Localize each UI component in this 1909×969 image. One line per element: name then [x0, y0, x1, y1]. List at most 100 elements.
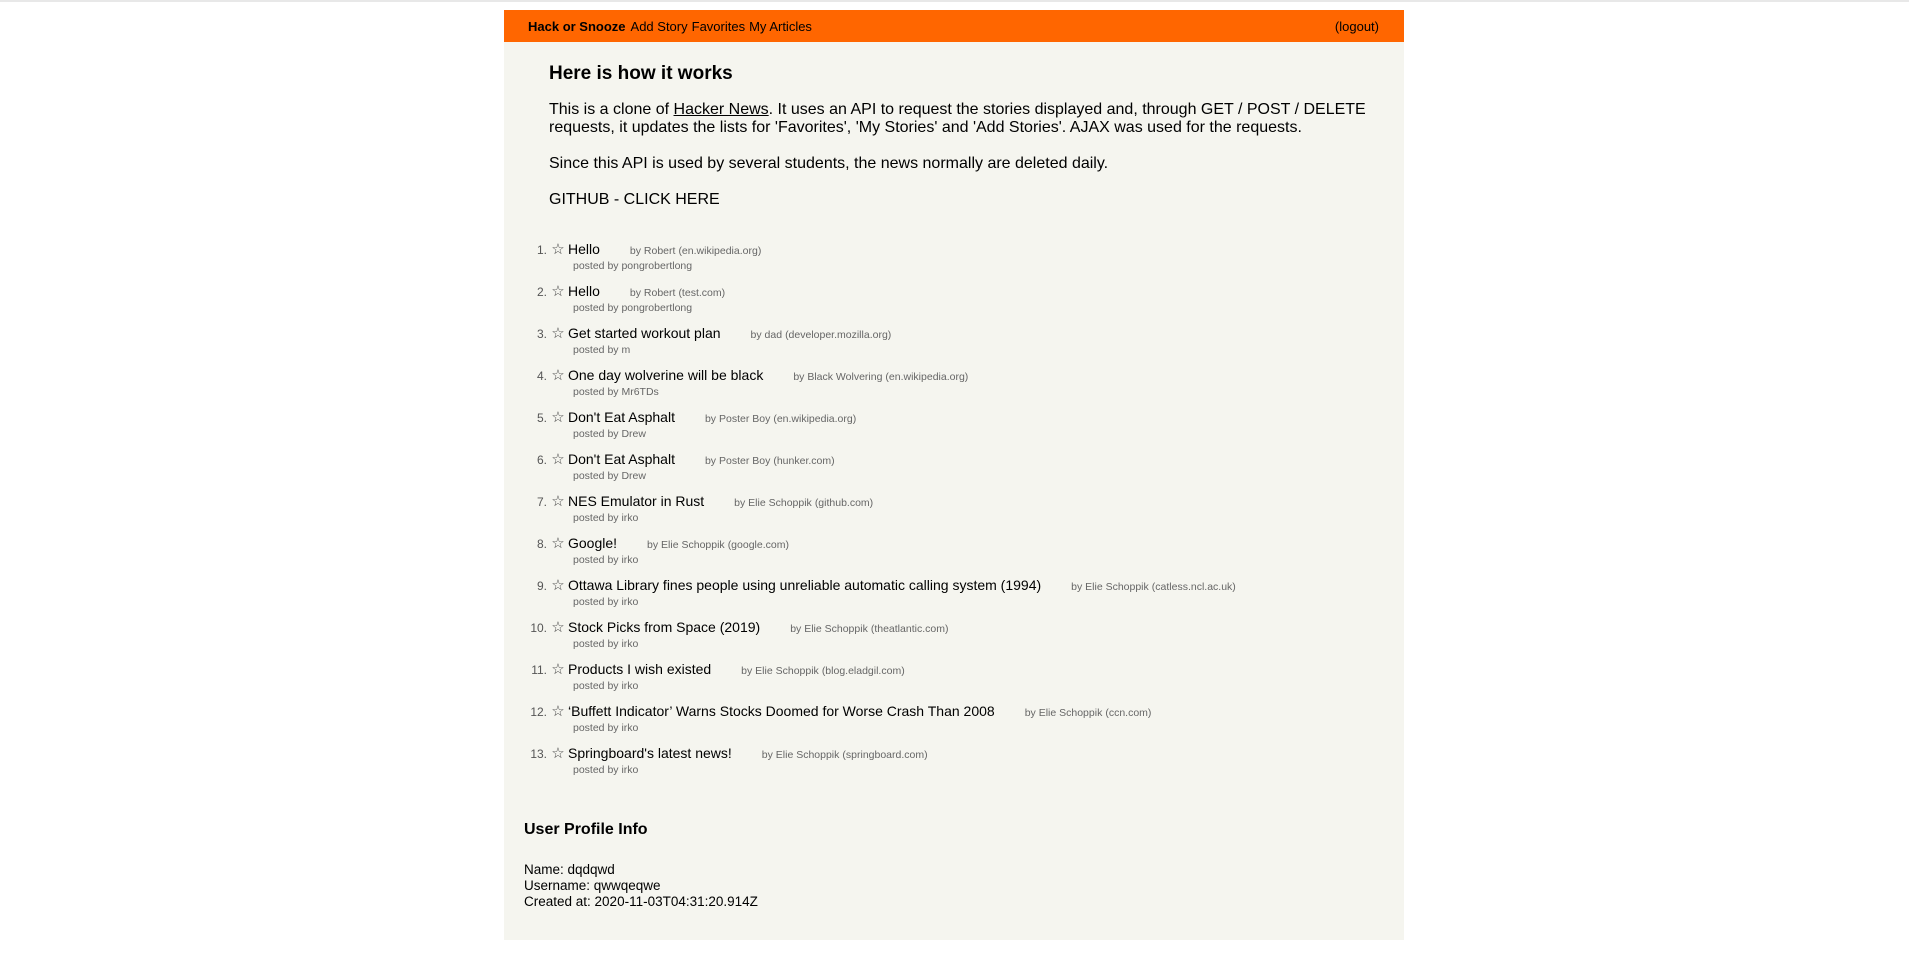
story-author: by Poster Boy	[704, 455, 771, 467]
story-body: ‘Buffett Indicator’ Warns Stocks Doomed …	[568, 701, 1151, 743]
story-item: 8. ☆ Google! by Elie Schoppik (google.com) po…	[504, 533, 1404, 575]
star-outline-icon[interactable]: ☆	[548, 743, 568, 785]
story-title[interactable]: One day wolverine will be black	[568, 367, 763, 383]
story-title[interactable]: Products I wish existed	[568, 661, 711, 677]
story-number: 13.	[530, 747, 547, 761]
story-item: 2. ☆ Hello by Robert (test.com) posted by pon…	[504, 281, 1404, 323]
story-title[interactable]: Get started workout plan	[568, 325, 721, 341]
story-body: Hello by Robert (test.com) posted by pongro…	[568, 281, 725, 323]
profile-created: Created at: 2020-11-03T04:31:20.914Z	[524, 894, 758, 909]
nav-my-articles[interactable]: My Articles	[749, 19, 812, 34]
story-posted-by: posted by irko	[573, 722, 639, 734]
nav-add-story[interactable]: Add Story	[631, 19, 688, 34]
star-outline-icon[interactable]: ☆	[548, 533, 568, 575]
story-hostname: (google.com)	[727, 539, 789, 551]
story-posted-by: posted by pongrobertlong	[573, 260, 693, 272]
star-outline-icon[interactable]: ☆	[548, 365, 568, 407]
main-container: Hack or Snooze Add Story Favorites My Ar…	[504, 10, 1404, 940]
brand-link[interactable]: Hack or Snooze	[528, 19, 626, 34]
story-posted-by: posted by irko	[573, 512, 639, 524]
story-item: 4. ☆ One day wolverine will be black by Bla…	[504, 365, 1404, 407]
star-outline-icon[interactable]: ☆	[548, 491, 568, 533]
story-title-line: Don't Eat Asphalt by Poster Boy (hunker.co…	[568, 449, 835, 467]
story-hostname: (springboard.com)	[842, 749, 928, 761]
top-divider	[0, 0, 1909, 2]
story-body: Don't Eat Asphalt by Poster Boy (hunker.co…	[568, 449, 835, 491]
story-hostname: (developer.mozilla.org)	[785, 329, 892, 341]
story-posted-by: posted by pongrobertlong	[573, 302, 693, 314]
story-body: NES Emulator in Rust by Elie Schoppik (git…	[568, 491, 873, 533]
story-author: by Elie Schoppik	[761, 749, 840, 761]
story-title[interactable]: Hello	[568, 283, 600, 299]
story-title[interactable]: Springboard's latest news!	[568, 745, 732, 761]
story-author: by Robert	[629, 287, 676, 299]
story-title[interactable]: Hello	[568, 241, 600, 257]
profile-name: Name: dqdqwd	[524, 862, 615, 877]
story-body: Stock Picks from Space (2019) by Elie Sch…	[568, 617, 948, 659]
story-posted-by: posted by irko	[573, 554, 639, 566]
github-line: GITHUB - CLICK HERE	[549, 191, 1370, 209]
story-posted-by: posted by Mr6TDs	[573, 386, 659, 398]
story-number: 9.	[536, 579, 547, 593]
story-title-line: Ottawa Library fines people using unreli…	[568, 575, 1236, 593]
star-outline-icon[interactable]: ☆	[548, 281, 568, 323]
story-title[interactable]: NES Emulator in Rust	[568, 493, 704, 509]
star-outline-icon[interactable]: ☆	[548, 701, 568, 743]
star-outline-icon[interactable]: ☆	[548, 449, 568, 491]
navbar: Hack or Snooze Add Story Favorites My Ar…	[504, 10, 1404, 42]
story-author: by Elie Schoppik	[1024, 707, 1103, 719]
star-outline-icon[interactable]: ☆	[548, 659, 568, 701]
story-hostname: (catless.ncl.ac.uk)	[1151, 581, 1236, 593]
story-title[interactable]: ‘Buffett Indicator’ Warns Stocks Doomed …	[568, 703, 995, 719]
story-title[interactable]: Don't Eat Asphalt	[568, 451, 675, 467]
logout-link[interactable]: (logout)	[1335, 19, 1379, 34]
intro-note: Since this API is used by several studen…	[549, 155, 1109, 172]
story-item: 1. ☆ Hello by Robert (en.wikipedia.org) poste…	[504, 239, 1404, 281]
story-hostname: (en.wikipedia.org)	[678, 245, 762, 257]
story-body: Google! by Elie Schoppik (google.com) poste…	[568, 533, 789, 575]
story-author: by dad	[750, 329, 783, 341]
story-number: 4.	[536, 369, 547, 383]
star-outline-icon[interactable]: ☆	[548, 323, 568, 365]
story-body: Hello by Robert (en.wikipedia.org) posted b…	[568, 239, 761, 281]
story-number: 5.	[536, 411, 547, 425]
story-body: One day wolverine will be black by Black …	[568, 365, 968, 407]
intro-text-post: . It uses an API to request the stories …	[549, 101, 1366, 136]
star-outline-icon[interactable]: ☆	[548, 617, 568, 659]
story-hostname: (blog.eladgil.com)	[821, 665, 905, 677]
story-title[interactable]: Stock Picks from Space (2019)	[568, 619, 760, 635]
story-posted-by: posted by m	[573, 344, 631, 356]
story-hostname: (en.wikipedia.org)	[885, 371, 969, 383]
story-hostname: (test.com)	[678, 287, 726, 299]
hacker-news-link[interactable]: Hacker News	[674, 101, 769, 118]
story-title-line: NES Emulator in Rust by Elie Schoppik (git…	[568, 491, 873, 509]
star-outline-icon[interactable]: ☆	[548, 407, 568, 449]
story-posted-by: posted by Drew	[573, 470, 646, 482]
story-body: Get started workout plan by dad (developer…	[568, 323, 891, 365]
story-hostname: (en.wikipedia.org)	[773, 413, 857, 425]
story-body: Ottawa Library fines people using unreli…	[568, 575, 1236, 617]
story-item: 13. ☆ Springboard's latest news! by Elie Sc…	[504, 743, 1404, 785]
story-number: 11.	[531, 663, 547, 677]
story-title[interactable]: Don't Eat Asphalt	[568, 409, 675, 425]
story-item: 6. ☆ Don't Eat Asphalt by Poster Boy (hunker…	[504, 449, 1404, 491]
story-title[interactable]: Ottawa Library fines people using unreli…	[568, 577, 1041, 593]
story-number: 12.	[530, 705, 547, 719]
story-posted-by: posted by irko	[573, 680, 639, 692]
story-hostname: (hunker.com)	[773, 455, 835, 467]
story-title[interactable]: Google!	[568, 535, 617, 551]
star-outline-icon[interactable]: ☆	[548, 575, 568, 617]
story-title-line: One day wolverine will be black by Black …	[568, 365, 968, 383]
star-outline-icon[interactable]: ☆	[548, 239, 568, 281]
story-author: by Poster Boy	[704, 413, 771, 425]
github-link[interactable]: CLICK HERE	[624, 191, 720, 208]
story-item: 5. ☆ Don't Eat Asphalt by Poster Boy (en.wik…	[504, 407, 1404, 449]
story-title-line: Hello by Robert (en.wikipedia.org)	[568, 239, 761, 257]
story-item: 3. ☆ Get started workout plan by dad (develo…	[504, 323, 1404, 365]
story-title-line: Stock Picks from Space (2019) by Elie Sch…	[568, 617, 948, 635]
story-title-line: Get started workout plan by dad (developer…	[568, 323, 891, 341]
story-author: by Elie Schoppik	[647, 539, 725, 551]
nav-favorites[interactable]: Favorites	[692, 19, 745, 34]
story-title-line: Hello by Robert (test.com)	[568, 281, 725, 299]
stories-list: 1. ☆ Hello by Robert (en.wikipedia.org) poste…	[504, 239, 1404, 785]
